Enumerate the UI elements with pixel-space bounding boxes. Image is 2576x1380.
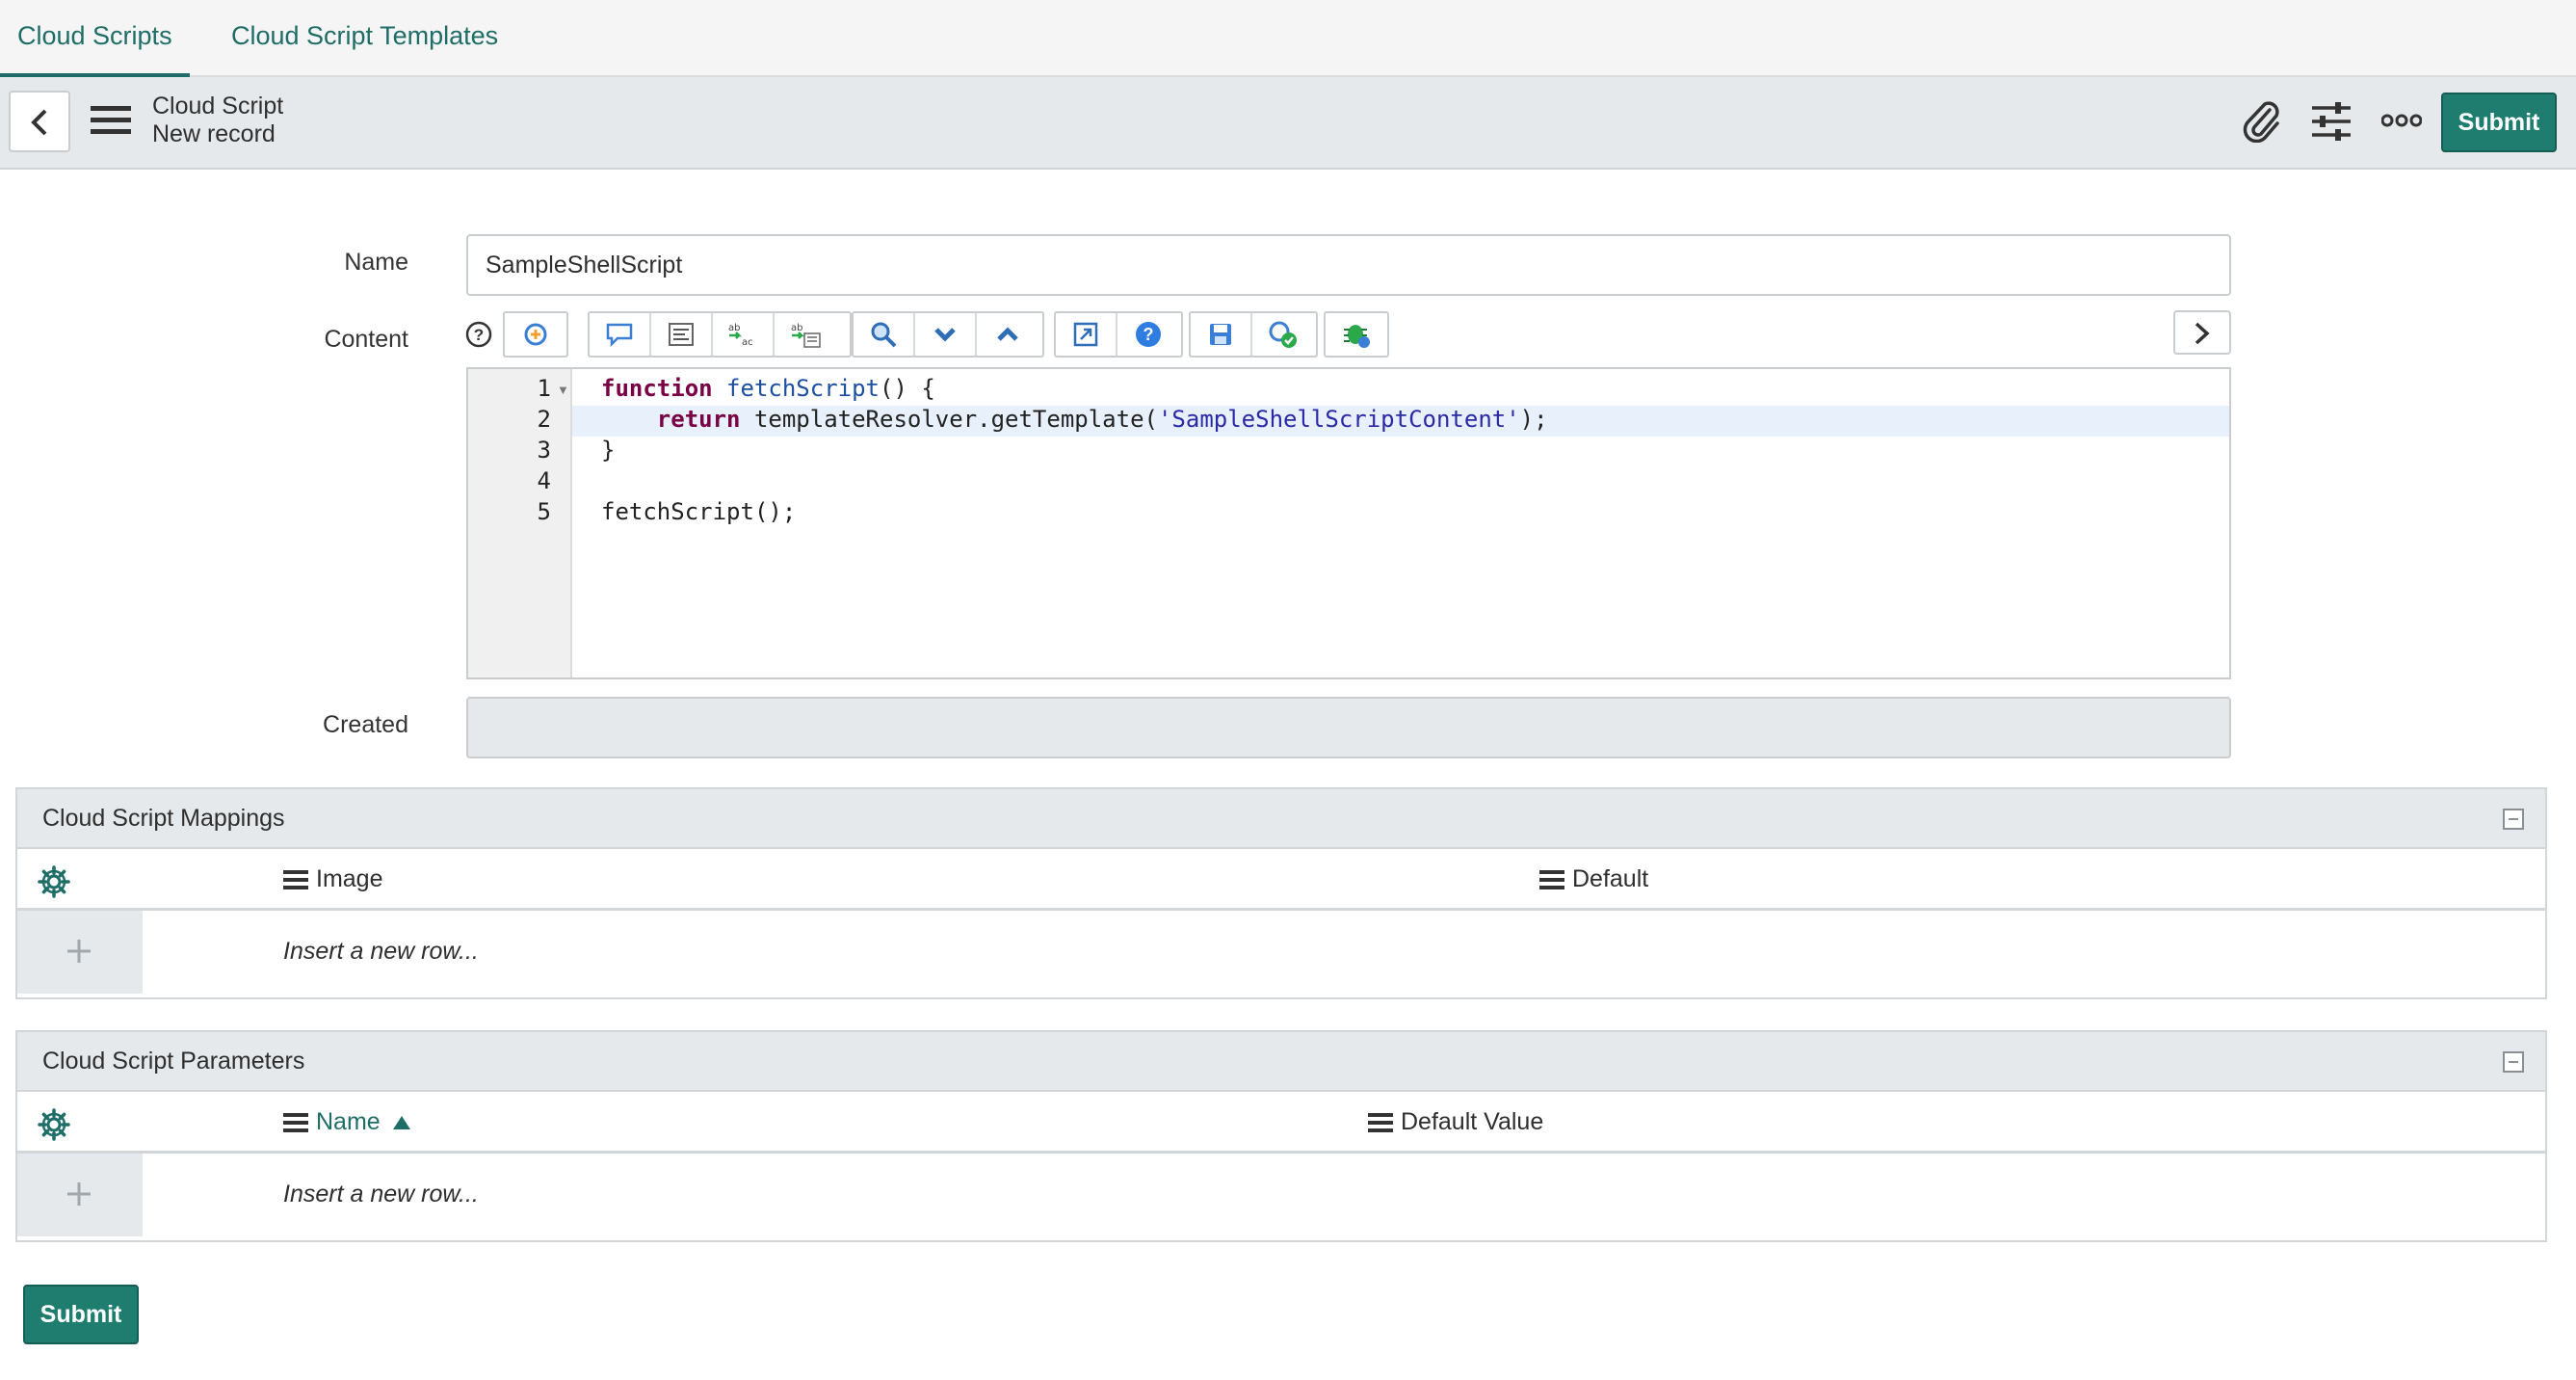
svg-text:?: ? [474, 326, 484, 344]
column-header-name[interactable]: Name [283, 1108, 411, 1136]
created-label: Created [323, 711, 408, 738]
column-menu-icon[interactable] [1539, 869, 1564, 889]
find-previous-icon[interactable] [977, 313, 1038, 356]
insert-row-text[interactable]: Insert a new row... [283, 1181, 479, 1208]
editor-toolbar-group-2: ab ac ab [588, 311, 852, 358]
script-validate-icon[interactable] [1252, 313, 1314, 356]
line-number-gutter: 1 ▼ 2 3 4 5 [468, 369, 572, 677]
column-header-label: Name [316, 1108, 381, 1135]
comment-icon[interactable] [590, 313, 651, 356]
column-header-label: Default [1572, 865, 1649, 892]
code-line-3: } [601, 437, 616, 464]
name-field[interactable] [466, 234, 2231, 296]
content-label: Content [324, 326, 408, 353]
sort-ascending-icon [392, 1115, 410, 1129]
insert-row-text[interactable]: Insert a new row... [283, 938, 479, 966]
panel-header: Cloud Script Mappings [17, 789, 2545, 849]
line-number: 3 [537, 437, 551, 464]
line-number: 2 [537, 406, 551, 433]
replace-icon[interactable]: ab ac [713, 313, 775, 356]
svg-text:ab: ab [728, 323, 740, 333]
collapse-icon[interactable] [2503, 809, 2524, 830]
code-line-2: return templateResolver.getTemplate('Sam… [656, 406, 1548, 433]
column-menu-icon[interactable] [283, 1112, 308, 1132]
created-field [466, 697, 2231, 758]
record-title: Cloud Script [152, 93, 284, 119]
gear-icon[interactable] [37, 864, 71, 899]
line-number: 5 [537, 498, 551, 525]
add-row-button[interactable] [17, 1154, 143, 1236]
panel-title: Cloud Script Parameters [42, 1048, 305, 1075]
editor-toolbar-group-1 [503, 311, 568, 358]
code-line-1: function fetchScript() { [601, 375, 935, 402]
fullscreen-icon[interactable] [1056, 313, 1117, 356]
column-header-label: Default Value [1401, 1108, 1544, 1135]
back-button[interactable] [9, 91, 70, 152]
svg-text:ac: ac [742, 337, 753, 348]
column-header-default-value[interactable]: Default Value [1368, 1108, 1543, 1136]
expand-toolbar-button[interactable] [2173, 310, 2231, 355]
tab-bar: Cloud Scripts Cloud Script Templates [0, 0, 2576, 77]
column-header-image[interactable]: Image [283, 865, 382, 893]
attachment-icon[interactable] [2241, 100, 2283, 143]
svg-text:ab: ab [791, 323, 802, 333]
cloud-script-parameters-panel: Cloud Script Parameters Name Default Val… [15, 1030, 2547, 1242]
column-header-default[interactable]: Default [1539, 865, 1648, 893]
column-menu-icon[interactable] [283, 869, 308, 889]
save-icon[interactable] [1191, 313, 1252, 356]
editor-toolbar-group-6 [1324, 311, 1389, 358]
help-icon[interactable]: ? [1117, 313, 1179, 356]
insert-row[interactable]: Insert a new row... [17, 911, 2545, 994]
line-number: 4 [537, 467, 551, 494]
plus-icon [67, 1182, 91, 1206]
column-menu-icon[interactable] [1368, 1112, 1393, 1132]
gear-icon[interactable] [37, 1107, 71, 1142]
script-include-icon[interactable] [505, 313, 566, 356]
find-next-icon[interactable] [915, 313, 977, 356]
settings-sliders-icon[interactable] [2310, 100, 2353, 143]
collapse-icon[interactable] [2503, 1051, 2524, 1073]
name-label: Name [344, 249, 408, 276]
panel-header: Cloud Script Parameters [17, 1032, 2545, 1092]
context-menu-icon[interactable] [91, 106, 131, 135]
code-line-5: fetchScript(); [601, 498, 797, 525]
search-icon[interactable] [854, 313, 915, 356]
tab-cloud-script-templates[interactable]: Cloud Script Templates [214, 0, 515, 77]
editor-toolbar-group-5 [1189, 311, 1318, 358]
column-header-label: Image [316, 865, 383, 892]
help-circle-icon[interactable]: ? [465, 321, 492, 348]
debug-icon[interactable] [1326, 313, 1387, 356]
chevron-right-icon [2195, 322, 2210, 345]
record-subtitle: New record [152, 120, 276, 147]
editor-toolbar-group-3 [852, 311, 1044, 358]
record-header: Cloud Script New record Submit [0, 77, 2576, 170]
format-code-icon[interactable] [651, 313, 713, 356]
cloud-script-mappings-panel: Cloud Script Mappings Image Default Inse… [15, 787, 2547, 999]
panel-title: Cloud Script Mappings [42, 805, 285, 832]
header-submit-button[interactable]: Submit [2441, 93, 2557, 152]
column-header-row: Name Default Value [17, 1092, 2545, 1154]
column-header-row: Image Default [17, 849, 2545, 911]
tab-cloud-scripts[interactable]: Cloud Scripts [0, 0, 190, 77]
line-number: 1 [537, 375, 551, 402]
plus-icon [67, 940, 91, 963]
chevron-left-icon [31, 109, 47, 136]
fold-arrow-icon[interactable]: ▼ [557, 383, 569, 397]
code-editor[interactable]: 1 ▼ 2 3 4 5 function fetchScript() { ret… [466, 367, 2231, 679]
record-title-block: Cloud Script New record [152, 93, 283, 148]
svg-text:?: ? [1143, 325, 1154, 344]
editor-toolbar-group-4: ? [1054, 311, 1183, 358]
add-row-button[interactable] [17, 911, 143, 994]
more-options-icon[interactable] [2381, 112, 2422, 129]
replace-all-icon[interactable]: ab [775, 313, 836, 356]
footer-submit-button[interactable]: Submit [23, 1285, 139, 1344]
insert-row[interactable]: Insert a new row... [17, 1154, 2545, 1236]
